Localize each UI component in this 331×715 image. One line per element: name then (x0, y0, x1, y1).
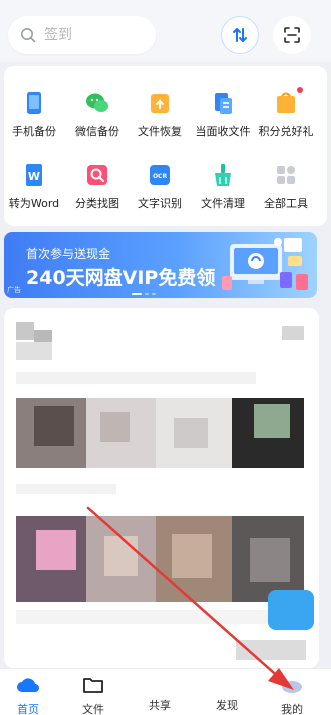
scan-button[interactable] (273, 16, 311, 54)
feed-text-block (16, 484, 116, 494)
tools-grid: 手机备份 微信备份 文件恢复 当面收文件 积分兑好礼 W 转为Word 分类找图… (4, 66, 327, 226)
gift-icon (273, 87, 303, 116)
banner-pagination (132, 293, 156, 295)
tool-phone-backup[interactable]: 手机备份 (2, 90, 66, 139)
tab-label: 我的 (281, 703, 303, 715)
tool-all-tools[interactable]: 全部工具 (254, 162, 318, 211)
tab-profile[interactable]: 我的 (272, 675, 312, 715)
feed-image-block (250, 538, 290, 582)
feed-image-block (172, 534, 212, 578)
feed-image-block (36, 530, 76, 570)
folder-icon (83, 678, 103, 693)
feed-avatar (16, 322, 34, 340)
tab-label: 发现 (216, 699, 238, 712)
wechat-backup-icon (84, 90, 110, 116)
tab-discover[interactable]: 发现 (207, 675, 247, 713)
tool-label: 手机备份 (12, 125, 56, 138)
all-tools-icon (273, 162, 299, 188)
tab-files[interactable]: 文件 (73, 675, 113, 715)
tool-ocr[interactable]: OCR 文字识别 (128, 162, 192, 211)
feed-image-block (174, 418, 208, 448)
tab-share[interactable]: 共享 (140, 675, 180, 713)
scan-icon (284, 27, 300, 43)
tool-cleanup[interactable]: 文件清理 (191, 162, 255, 211)
banner-subtitle: 首次参与送现金 (26, 247, 111, 261)
feed-image-block (34, 406, 74, 446)
bottom-tab-bar: 首页 文件 共享 发现 我的 (0, 668, 331, 715)
tab-label: 首页 (17, 703, 39, 715)
feed-image-block (104, 536, 138, 576)
phone-backup-icon (21, 90, 47, 116)
promo-banner[interactable]: 首次参与送现金 240天网盘VIP免费领 广告 (4, 232, 317, 298)
status-bar (0, 0, 331, 10)
file-recover-icon (147, 90, 173, 116)
ad-label: 广告 (7, 286, 21, 294)
feed-text-block (236, 640, 306, 660)
tool-label: 分类找图 (75, 197, 119, 210)
tool-image-search[interactable]: 分类找图 (65, 162, 129, 211)
tool-label: 积分兑好礼 (258, 125, 314, 138)
tool-label: 微信备份 (75, 125, 119, 138)
tab-label: 文件 (82, 703, 104, 715)
tool-label: 转为Word (8, 197, 60, 210)
tool-wechat-backup[interactable]: 微信备份 (65, 90, 129, 139)
feed-image-block (100, 412, 130, 442)
tool-file-recover[interactable]: 文件恢复 (128, 90, 192, 139)
tool-label: 全部工具 (264, 197, 308, 210)
floating-widget[interactable] (268, 590, 314, 630)
tool-receive-file[interactable]: 当面收文件 (191, 90, 255, 139)
content-feed (4, 308, 319, 668)
discover-icon (207, 675, 247, 695)
cleanup-icon (210, 162, 236, 188)
search-input[interactable] (44, 27, 134, 43)
banner-title: 240天网盘VIP免费领 (26, 267, 216, 289)
svg-text:W: W (28, 170, 40, 183)
feed-avatar-block (16, 342, 52, 360)
search-icon (21, 28, 36, 43)
tool-label: 文字识别 (138, 197, 182, 210)
tool-label: 当面收文件 (195, 125, 251, 138)
receive-file-icon (210, 90, 236, 116)
vip-illustration (222, 238, 308, 290)
profile-icon (282, 681, 302, 693)
tab-label: 共享 (149, 699, 171, 712)
tool-convert-word[interactable]: W 转为Word (2, 162, 66, 211)
word-icon: W (21, 162, 47, 188)
feed-text-block (16, 610, 304, 624)
tool-gift[interactable]: 积分兑好礼 (254, 87, 318, 139)
top-bar (0, 10, 331, 62)
transfer-arrows-icon (233, 28, 247, 42)
cloud-home-icon (17, 678, 39, 692)
tool-label: 文件恢复 (138, 125, 182, 138)
feed-text-block (16, 372, 256, 384)
tool-label: 文件清理 (201, 197, 245, 210)
ocr-icon: OCR (147, 162, 173, 188)
feed-more-block (282, 326, 304, 340)
svg-text:OCR: OCR (153, 173, 168, 180)
share-icon (140, 675, 180, 695)
tab-home[interactable]: 首页 (8, 675, 48, 715)
feed-image-block (254, 404, 290, 438)
notification-dot (297, 87, 303, 93)
search-box[interactable] (8, 16, 156, 54)
image-search-icon (84, 162, 110, 188)
transfer-button[interactable] (221, 16, 259, 54)
